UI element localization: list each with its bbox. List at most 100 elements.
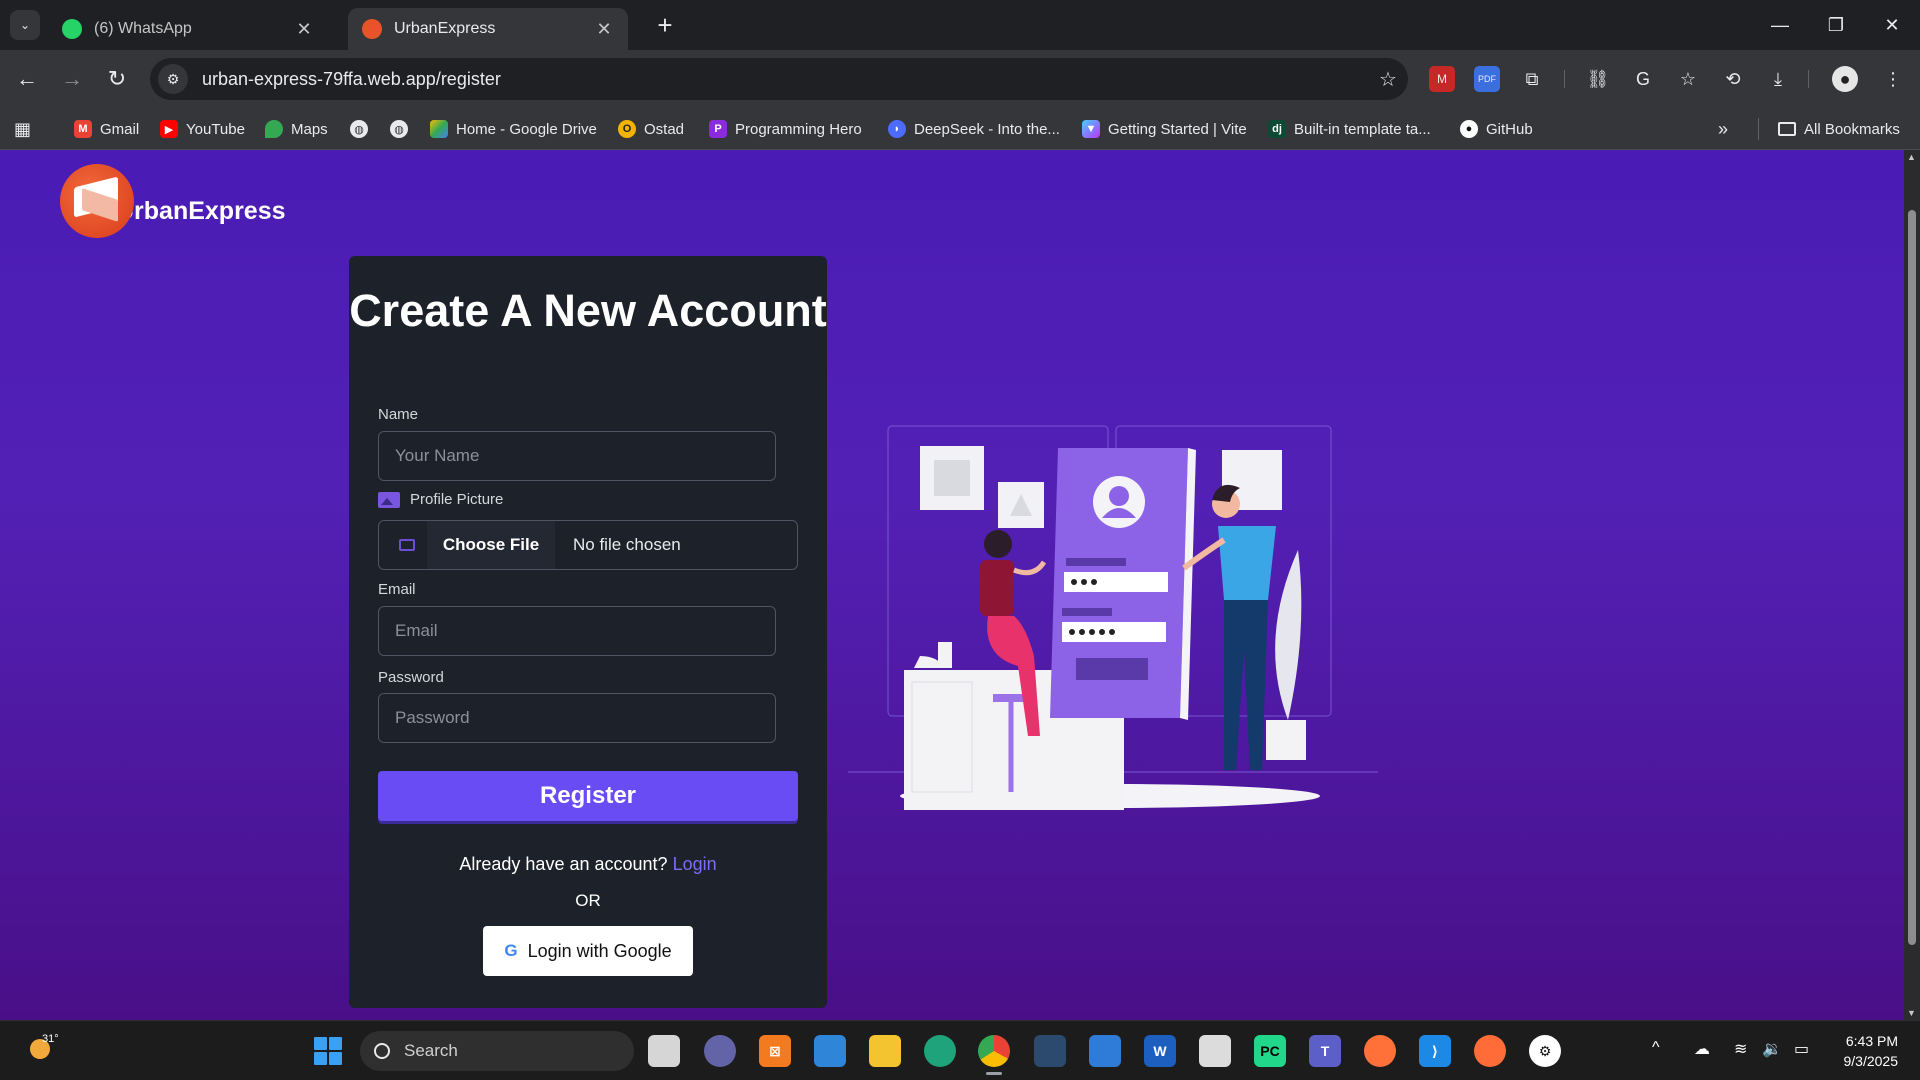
- close-icon[interactable]: ✕: [294, 19, 314, 40]
- email-input[interactable]: Email: [378, 606, 776, 656]
- site-logo[interactable]: UrbanExpress: [60, 164, 286, 238]
- apps-grid-icon[interactable]: ▦: [14, 118, 31, 140]
- address-bar[interactable]: ⚙ urban-express-79ffa.web.app/register ☆: [150, 58, 1408, 100]
- github-icon: ●: [1460, 120, 1478, 138]
- password-input[interactable]: Password: [378, 693, 776, 743]
- bookmark-globe-2[interactable]: ◍: [390, 118, 416, 140]
- more-bookmarks-chevron-icon[interactable]: »: [1718, 118, 1728, 140]
- google-drive-icon: [430, 120, 448, 138]
- tab-strip: ⌄ (6) WhatsApp ✕ UrbanExpress ✕ + — ❐ ✕: [0, 0, 1920, 50]
- bookmark-label: Home - Google Drive: [456, 120, 597, 138]
- favorites-icon[interactable]: ☆: [1675, 66, 1701, 92]
- password-label: Password: [378, 669, 444, 686]
- scroll-down-arrow-icon[interactable]: ▼: [1907, 1008, 1916, 1018]
- forward-button[interactable]: →: [57, 64, 87, 94]
- temperature: 31°: [42, 1033, 59, 1045]
- bookmark-django[interactable]: dj Built-in template ta...: [1268, 118, 1431, 140]
- extension-mendeley-icon[interactable]: M: [1429, 66, 1455, 92]
- register-button[interactable]: Register: [378, 771, 798, 821]
- login-link[interactable]: Login: [673, 854, 717, 874]
- start-button[interactable]: [314, 1037, 342, 1065]
- download-icon[interactable]: ⤓: [1765, 66, 1791, 92]
- site-info-icon[interactable]: ⚙: [158, 64, 188, 94]
- tab-search-button[interactable]: ⌄: [10, 10, 40, 40]
- bookmark-ostad[interactable]: O Ostad: [618, 118, 684, 140]
- reload-icon: ↻: [107, 66, 127, 91]
- scroll-up-arrow-icon[interactable]: ▲: [1907, 152, 1916, 162]
- browser-toolbar: ← → ↻ ⚙ urban-express-79ffa.web.app/regi…: [0, 50, 1920, 108]
- file-explorer-icon[interactable]: [869, 1035, 901, 1067]
- xampp-icon[interactable]: ⊠: [759, 1035, 791, 1067]
- name-label: Name: [378, 406, 419, 423]
- bookmark-star-icon[interactable]: ☆: [1368, 67, 1408, 92]
- meet-icon[interactable]: [704, 1035, 736, 1067]
- teams-icon[interactable]: T: [1309, 1035, 1341, 1067]
- word-icon[interactable]: W: [1144, 1035, 1176, 1067]
- bookmark-youtube[interactable]: ▶ YouTube: [160, 118, 245, 140]
- close-window-button[interactable]: ✕: [1864, 0, 1920, 50]
- kebab-menu-icon[interactable]: ⋮: [1880, 66, 1906, 92]
- show-hidden-icons-chevron-icon[interactable]: ^: [1652, 1039, 1660, 1057]
- all-bookmarks[interactable]: All Bookmarks: [1778, 118, 1900, 140]
- weather-widget[interactable]: 31°: [24, 1033, 60, 1067]
- profile-avatar-icon[interactable]: ●: [1832, 66, 1858, 92]
- minimize-button[interactable]: —: [1752, 0, 1808, 50]
- media-app-icon[interactable]: [814, 1035, 846, 1067]
- volume-icon[interactable]: 🔉: [1762, 1039, 1782, 1059]
- bookmark-label: Ostad: [644, 120, 685, 138]
- url-text[interactable]: urban-express-79ffa.web.app/register: [202, 69, 1368, 90]
- restore-button[interactable]: ❐: [1808, 0, 1864, 50]
- google-login-button[interactable]: G Login with Google: [483, 926, 693, 976]
- email-label: Email: [378, 581, 416, 598]
- bookmark-github[interactable]: ● GitHub: [1460, 118, 1533, 140]
- notepad-icon[interactable]: [1089, 1035, 1121, 1067]
- snip-sketch-icon[interactable]: [1199, 1035, 1231, 1067]
- translate-icon[interactable]: G: [1630, 66, 1656, 92]
- extension-pdf-icon[interactable]: PDF: [1474, 66, 1500, 92]
- bookmark-deepseek[interactable]: ◗ DeepSeek - Into the...: [888, 118, 1060, 140]
- gmail-icon: M: [74, 120, 92, 138]
- history-icon[interactable]: ⟲: [1720, 66, 1746, 92]
- pycharm-icon[interactable]: PC: [1254, 1035, 1286, 1067]
- taskbar-search[interactable]: Search: [360, 1031, 634, 1071]
- battery-icon[interactable]: ▭: [1794, 1039, 1809, 1059]
- register-page: UrbanExpress Create A New Account Name Y…: [0, 150, 1904, 1020]
- edge-icon[interactable]: [924, 1035, 956, 1067]
- onedrive-cloud-icon[interactable]: ☁: [1694, 1039, 1710, 1059]
- snipping-tool-icon[interactable]: [1034, 1035, 1066, 1067]
- vite-icon: ▼: [1082, 120, 1100, 138]
- bookmark-globe-1[interactable]: ◍: [350, 118, 376, 140]
- bookmark-programming-hero[interactable]: P Programming Hero: [709, 118, 862, 140]
- bookmark-vite[interactable]: ▼ Getting Started | Vite: [1082, 118, 1247, 140]
- page-scrollbar[interactable]: ▲ ▼: [1904, 150, 1920, 1020]
- bookmark-label: GitHub: [1486, 120, 1533, 138]
- vscode-icon[interactable]: ⟩: [1419, 1035, 1451, 1067]
- scrollbar-thumb[interactable]: [1908, 210, 1916, 945]
- extensions-puzzle-icon[interactable]: ⧉: [1519, 66, 1545, 92]
- bookmark-gmail[interactable]: M Gmail: [74, 118, 139, 140]
- taskbar-search-label: Search: [404, 1041, 458, 1060]
- firefox-icon[interactable]: [1364, 1035, 1396, 1067]
- back-button[interactable]: ←: [12, 64, 42, 94]
- postman-icon[interactable]: [1474, 1035, 1506, 1067]
- task-view-icon[interactable]: [648, 1035, 680, 1067]
- chrome-icon[interactable]: [978, 1035, 1010, 1075]
- wifi-icon[interactable]: ≋: [1734, 1039, 1747, 1059]
- reload-button[interactable]: ↻: [102, 64, 132, 94]
- tab-whatsapp[interactable]: (6) WhatsApp ✕: [48, 8, 328, 50]
- new-tab-button[interactable]: +: [650, 10, 680, 40]
- close-icon[interactable]: ✕: [594, 19, 614, 40]
- chatgpt-icon[interactable]: ⚙: [1529, 1035, 1561, 1067]
- toolbar-divider: [1808, 70, 1809, 88]
- choose-file-button[interactable]: Choose File: [427, 521, 555, 569]
- image-icon: [399, 539, 415, 551]
- system-clock[interactable]: 6:43 PM 9/3/2025: [1844, 1031, 1899, 1071]
- profile-picture-file-input[interactable]: Choose File No file chosen: [378, 520, 798, 570]
- tab-urbanexpress[interactable]: UrbanExpress ✕: [348, 8, 628, 50]
- link-icon[interactable]: ⛓: [1585, 66, 1611, 92]
- bookmark-maps[interactable]: Maps: [265, 118, 328, 140]
- name-input[interactable]: Your Name: [378, 431, 776, 481]
- django-icon: dj: [1268, 120, 1286, 138]
- bookmark-google-drive[interactable]: Home - Google Drive: [430, 118, 597, 140]
- globe-icon: ◍: [390, 120, 408, 138]
